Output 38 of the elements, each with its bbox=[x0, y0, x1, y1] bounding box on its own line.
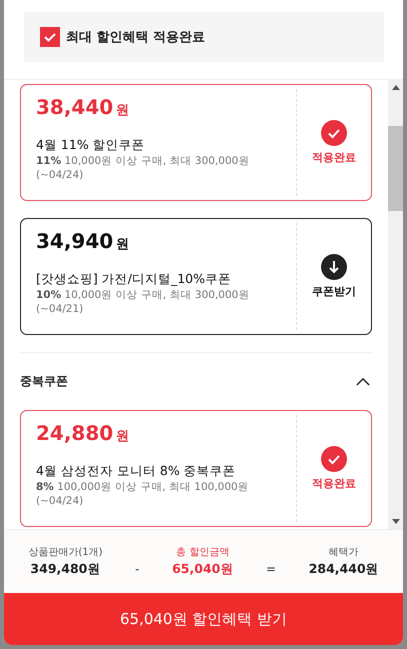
discount-label: 총 할인금액 bbox=[176, 546, 230, 559]
coupon-title: 4월 삼성전자 모니터 8% 중복쿠폰 bbox=[36, 463, 237, 480]
coupon-title: [갓생쇼핑] 가전/디지털_10%쿠폰 bbox=[36, 271, 232, 288]
checkbox[interactable] bbox=[40, 27, 60, 47]
section-title: 중복쿠폰 bbox=[20, 373, 68, 390]
applied-button[interactable]: 적용완료 bbox=[312, 120, 356, 165]
scrollbar[interactable] bbox=[388, 80, 403, 529]
check-icon bbox=[321, 120, 347, 146]
checkbox-label: 최대 할인혜택 적용완료 bbox=[66, 29, 206, 46]
applied-button[interactable]: 적용완료 bbox=[312, 446, 356, 491]
price-value: 349,480원 bbox=[30, 561, 100, 578]
coupon-title: 4월 11% 할인쿠폰 bbox=[36, 137, 146, 154]
currency-unit: 원 bbox=[116, 102, 130, 119]
coupon-period: (~04/24) bbox=[36, 168, 84, 182]
minus-sign: - bbox=[135, 562, 140, 576]
check-icon bbox=[321, 446, 347, 472]
price-label: 상품판매가(1개) bbox=[28, 546, 102, 559]
scroll-down-icon[interactable] bbox=[392, 518, 400, 524]
coupon-period: (~04/24) bbox=[36, 494, 84, 508]
scrollbar-thumb[interactable] bbox=[388, 126, 403, 211]
chevron-up-icon[interactable] bbox=[356, 377, 370, 386]
coupon-conditions: 11% 10,000원 이상 구매, 최대 300,000원 bbox=[36, 154, 250, 168]
currency-unit: 원 bbox=[116, 428, 130, 445]
get-discount-button[interactable]: 65,040원 할인혜택 받기 bbox=[4, 593, 403, 645]
discount-value: 65,040원 bbox=[172, 561, 234, 578]
coupon-conditions: 8% 100,000원 이상 구매, 최대 100,000원 bbox=[36, 480, 250, 494]
currency-unit: 원 bbox=[116, 236, 130, 253]
download-icon bbox=[321, 254, 347, 280]
final-label: 혜택가 bbox=[328, 546, 359, 559]
equals-sign: = bbox=[266, 562, 276, 576]
final-value: 284,440원 bbox=[308, 561, 379, 578]
download-button[interactable]: 쿠폰받기 bbox=[312, 254, 356, 299]
coupon-price: 24,880 bbox=[36, 421, 114, 445]
coupon-price: 34,940 bbox=[36, 229, 114, 253]
coupon-conditions: 10% 10,000원 이상 구매, 최대 300,000원 bbox=[36, 288, 250, 302]
coupon-price: 38,440 bbox=[36, 95, 114, 119]
scroll-up-icon[interactable] bbox=[392, 85, 400, 91]
coupon-period: (~04/21) bbox=[36, 302, 84, 316]
